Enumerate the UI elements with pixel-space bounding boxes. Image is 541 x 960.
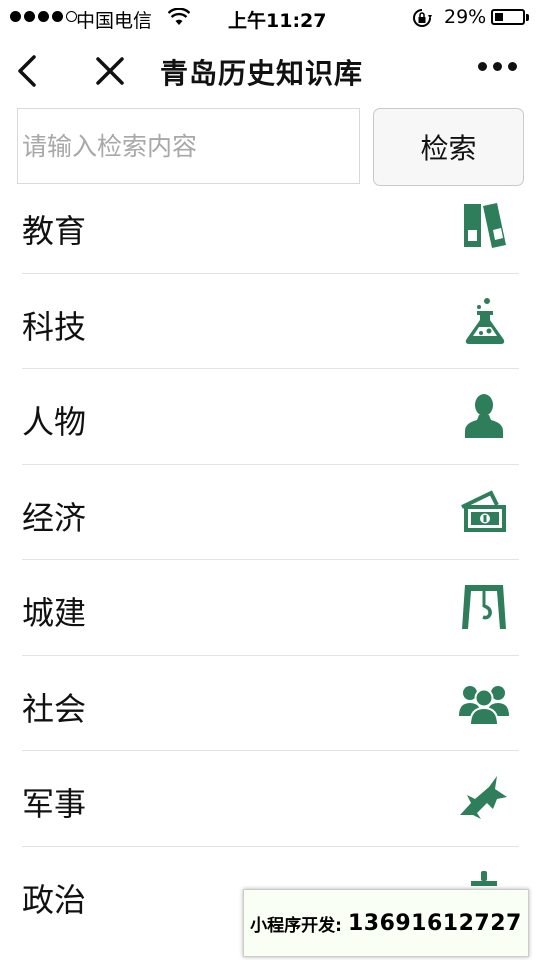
category-label: 教育: [22, 212, 87, 250]
category-item-economy[interactable]: 经济: [22, 465, 519, 560]
wifi-icon: [167, 7, 191, 31]
page-title: 青岛历史知识库: [160, 57, 364, 90]
chevron-left-icon[interactable]: [14, 52, 44, 90]
promo-label: 小程序开发:: [250, 915, 342, 936]
category-item-technology[interactable]: 科技: [22, 274, 519, 369]
promo-banner[interactable]: 小程序开发: 13691612727: [243, 889, 529, 957]
battery-percentage: 29%: [444, 6, 487, 28]
category-item-people[interactable]: 人物: [22, 369, 519, 465]
search-input[interactable]: [17, 108, 360, 184]
people-group-icon: [459, 678, 509, 728]
category-label: 军事: [22, 785, 87, 823]
clock: 上午11:27: [228, 10, 327, 32]
close-icon[interactable]: [94, 54, 126, 88]
category-label: 城建: [22, 594, 87, 632]
category-label: 人物: [22, 403, 87, 441]
carrier-name: 中国电信: [76, 10, 153, 32]
category-item-military[interactable]: 军事: [22, 751, 519, 847]
category-item-education[interactable]: 教育: [22, 178, 519, 274]
signal-strength-icon: [10, 11, 77, 22]
category-label: 经济: [22, 498, 87, 537]
flask-icon: [459, 296, 509, 346]
category-item-urban-construction[interactable]: 城建: [22, 560, 519, 656]
more-dots-icon[interactable]: [478, 62, 517, 71]
category-item-society[interactable]: 社会: [22, 656, 519, 751]
binders-icon: [459, 200, 509, 250]
category-label: 社会: [22, 689, 87, 728]
category-label: 科技: [22, 307, 87, 346]
category-label: 政治: [22, 880, 87, 919]
person-icon: [459, 391, 509, 441]
navigation-bar: 青岛历史知识库: [0, 36, 541, 106]
money-icon: [459, 487, 509, 537]
battery-tip: [526, 14, 529, 21]
battery-icon: [491, 9, 525, 25]
status-bar: 中国电信 上午11:27 29%: [0, 0, 541, 36]
crane-icon: [459, 582, 509, 632]
search-button[interactable]: 检索: [373, 108, 524, 186]
fighter-jet-icon: [459, 773, 509, 823]
orientation-lock-icon: [412, 8, 432, 33]
category-list: 教育 科技 人物 经济 城建 社会 军事 政治: [0, 178, 541, 941]
promo-phone-number: 13691612727: [347, 910, 522, 936]
